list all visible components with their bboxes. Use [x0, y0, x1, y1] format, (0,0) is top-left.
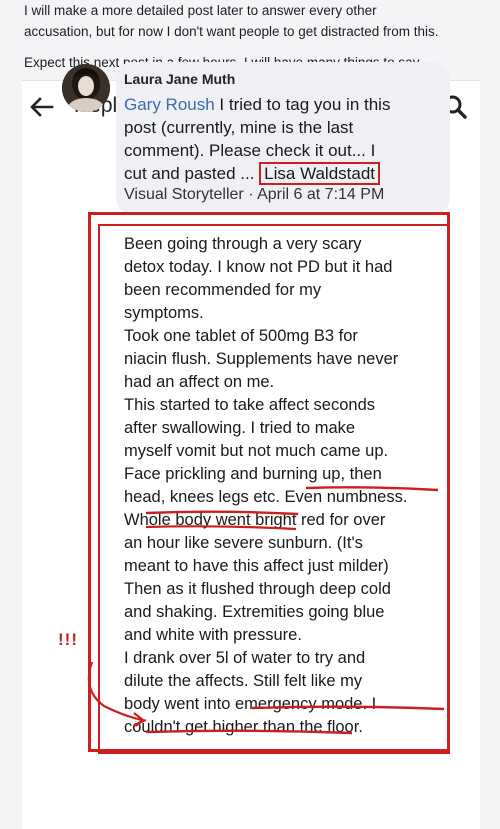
quoted-line: This started to take affect seconds	[124, 396, 375, 414]
quoted-line: myself vomit but not much came up.	[124, 442, 389, 460]
reply-text-part: post (currently, mine is the last	[124, 118, 354, 137]
quoted-line: an hour like severe sunburn. (It's	[124, 534, 363, 552]
quoted-line: Been going through a very scary	[124, 235, 362, 253]
exclamation-annotation: !!!	[58, 630, 78, 649]
reply-text-part: I tried to tag you in this	[214, 95, 391, 114]
quoted-line: been recommended for my	[124, 281, 322, 299]
avatar[interactable]	[62, 64, 110, 112]
quoted-line: and white with pressure.	[124, 626, 302, 644]
reply-meta: Visual Storyteller · April 6 at 7:14 PM	[124, 186, 385, 203]
reply-author[interactable]: Laura Jane Muth	[124, 71, 235, 87]
quoted-line: dilute the affects. Still felt like my	[124, 672, 363, 690]
quoted-post: Been going through a very scary detox to…	[124, 233, 444, 739]
quoted-line: meant to have this affect just milder)	[124, 557, 389, 575]
quoted-line: body went into emergency mode. I	[124, 695, 377, 713]
tagged-name[interactable]: Lisa Waldstadt	[259, 162, 381, 185]
quoted-line: and shaking. Extremities going blue	[124, 603, 385, 621]
quoted-line: head, knees legs etc. Even numbness.	[124, 488, 408, 506]
mention-link[interactable]: Gary Roush	[124, 95, 215, 114]
quoted-line: Took one tablet of 500mg B3 for	[124, 327, 358, 345]
quoted-line: detox today. I know not PD but it had	[124, 258, 393, 276]
post-line: accusation, but for now I don't want peo…	[24, 24, 439, 39]
avatar-photo	[62, 64, 110, 112]
quoted-line: after swallowing. I tried to make	[124, 419, 356, 437]
quoted-line: I drank over 5l of water to try and	[124, 649, 366, 667]
quoted-line: couldn't get higher than the floor.	[124, 718, 363, 736]
quoted-line: Whole body went bright red for over	[124, 511, 386, 529]
quoted-line: Face prickling and burning up, then	[124, 465, 382, 483]
quoted-line: had an affect on me.	[124, 373, 275, 391]
reply-text: Gary Roush I tried to tag you in this po…	[124, 93, 444, 185]
quoted-line: niacin flush. Supplements have never	[124, 350, 399, 368]
post-line: I will make a more detailed post later t…	[24, 3, 377, 18]
quoted-line: Then as it flushed through deep cold	[124, 580, 391, 598]
reply-text-part: comment). Please check it out... I	[124, 141, 376, 160]
reply-text-part: cut and pasted ...	[124, 164, 260, 183]
quoted-line: symptoms.	[124, 304, 204, 322]
back-arrow-icon[interactable]	[28, 95, 54, 119]
